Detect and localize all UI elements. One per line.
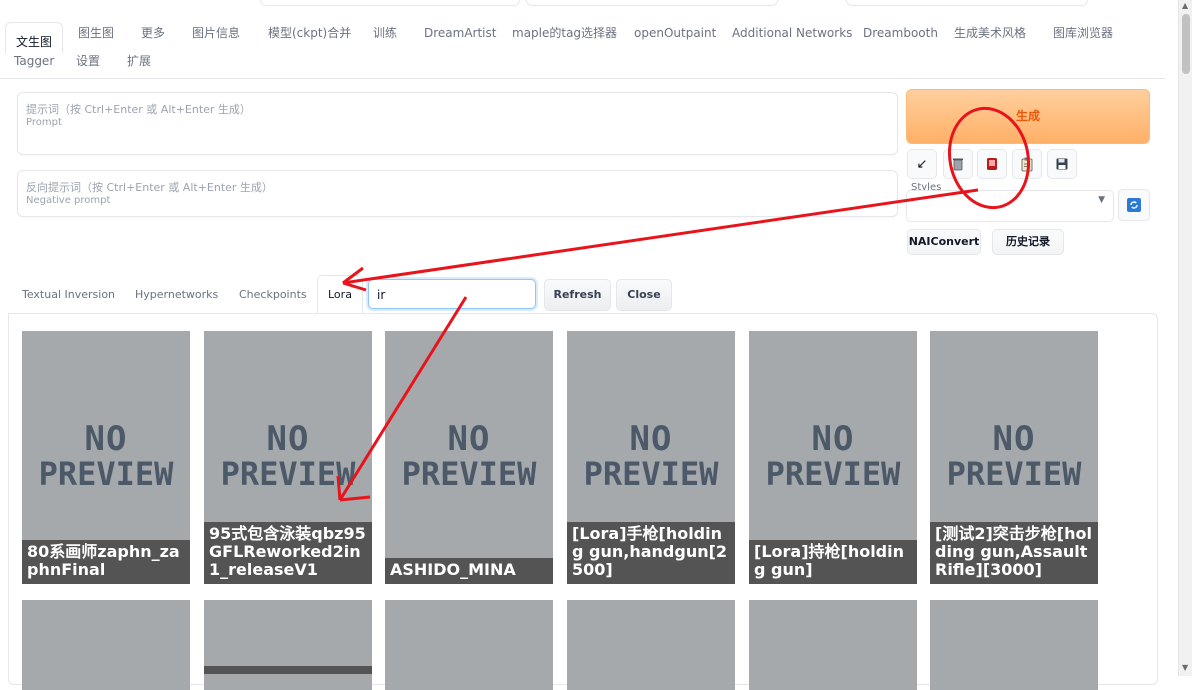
arrow-down-left-icon: ↙ xyxy=(916,156,928,172)
tab-train[interactable]: 训练 xyxy=(373,22,397,44)
negative-prompt-input[interactable]: 反向提示词（按 Ctrl+Enter 或 Alt+Enter 生成） Negat… xyxy=(17,170,898,217)
no-preview-image: NO xyxy=(84,419,128,459)
prompt-input[interactable]: 提示词（按 Ctrl+Enter 或 Alt+Enter 生成） Prompt xyxy=(17,92,898,155)
refresh-icon xyxy=(1127,198,1141,212)
tab-art-style[interactable]: 生成美术风格 xyxy=(954,22,1026,44)
lora-card[interactable]: NO PREVIEW 95式包含泳装qbz95GFLReworked2in1_r… xyxy=(204,331,372,584)
tab-image-browser[interactable]: 图库浏览器 xyxy=(1053,22,1113,44)
no-preview-image: NO xyxy=(811,419,855,459)
no-preview-image: NO xyxy=(266,419,310,459)
top-strip xyxy=(0,0,1178,10)
refresh-styles-button[interactable] xyxy=(1118,189,1150,221)
scroll-up-icon[interactable]: ▲ xyxy=(1182,1,1188,10)
card-caption xyxy=(204,666,372,674)
no-preview-image: NO xyxy=(447,419,491,459)
prompt-placeholder: 提示词（按 Ctrl+Enter 或 Alt+Enter 生成） xyxy=(26,103,251,116)
no-preview-image: PREVIEW xyxy=(946,455,1082,493)
lora-card[interactable] xyxy=(385,600,553,690)
apply-style-button[interactable] xyxy=(1012,149,1042,179)
main-tab-bar: 文生图 图生图 更多 图片信息 模型(ckpt)合并 训练 DreamArtis… xyxy=(0,14,1165,79)
negative-prompt-placeholder-en: Negative prompt xyxy=(26,195,111,206)
lora-card[interactable]: NO PREVIEW [Lora]手枪[holding gun,handgun[… xyxy=(567,331,735,584)
tab-hypernetworks[interactable]: Hypernetworks xyxy=(135,281,218,309)
top-fragment xyxy=(846,0,1088,6)
lora-card[interactable]: NO PREVIEW [Lora]持枪[holding gun] xyxy=(749,331,917,584)
scrollbar-thumb[interactable] xyxy=(1182,14,1190,74)
tab-additional-networks[interactable]: Additional Networks xyxy=(732,22,852,44)
card-caption: 80系画师zaphn_zaphnFinal xyxy=(22,540,190,584)
page-scrollbar[interactable]: ▲ ▼ xyxy=(1178,0,1192,676)
card-caption: [Lora]手枪[holding gun,handgun[2500] xyxy=(567,522,735,584)
lora-card[interactable]: NO PREVIEW [测试2]突击步枪[holding gun,Assault… xyxy=(930,331,1098,584)
tab-lora[interactable]: Lora xyxy=(317,275,363,315)
card-caption: [测试2]突击步枪[holding gun,Assault Rifle][300… xyxy=(930,522,1098,584)
tab-checkpoint-merge[interactable]: 模型(ckpt)合并 xyxy=(268,22,351,44)
tab-dreambooth[interactable]: Dreambooth xyxy=(863,22,938,44)
styles-dropdown[interactable]: ▼ xyxy=(906,190,1114,222)
tab-extensions[interactable]: 扩展 xyxy=(127,50,151,72)
top-fragment xyxy=(260,0,520,6)
lora-card[interactable] xyxy=(749,600,917,690)
tab-openoutpaint[interactable]: openOutpaint xyxy=(634,22,716,44)
card-caption: ASHIDO_MINA xyxy=(385,558,553,584)
tab-png-info[interactable]: 图片信息 xyxy=(192,22,240,44)
show-extra-networks-button[interactable] xyxy=(977,149,1007,179)
tab-tagger[interactable]: Tagger xyxy=(14,50,54,72)
tab-dreamartist[interactable]: DreamArtist xyxy=(424,22,496,44)
generate-button[interactable]: 生成 xyxy=(906,89,1150,144)
tab-checkpoints[interactable]: Checkpoints xyxy=(239,281,307,309)
red-card-icon xyxy=(987,158,997,170)
save-style-button[interactable] xyxy=(1047,149,1077,179)
floppy-icon xyxy=(1056,158,1068,170)
refresh-button[interactable]: Refresh xyxy=(544,279,611,311)
no-preview-image: NO xyxy=(629,419,673,459)
no-preview-image: PREVIEW xyxy=(38,455,174,493)
lora-card[interactable]: NO PREVIEW 80系画师zaphn_zaphnFinal xyxy=(22,331,190,584)
lora-card[interactable]: NO PREVIEW ASHIDO_MINA xyxy=(385,331,553,584)
no-preview-image: PREVIEW xyxy=(220,455,356,493)
extra-networks-search-input[interactable]: ir xyxy=(368,279,536,309)
tab-settings[interactable]: 设置 xyxy=(76,50,100,72)
scroll-down-icon[interactable]: ▼ xyxy=(1182,663,1188,672)
card-caption: [Lora]持枪[holding gun] xyxy=(749,540,917,584)
clear-prompt-button[interactable] xyxy=(943,149,973,179)
history-button[interactable]: 历史记录 xyxy=(992,229,1064,255)
top-fragment xyxy=(526,0,778,6)
clipboard-icon xyxy=(1021,157,1033,172)
no-preview-image: PREVIEW xyxy=(583,455,719,493)
no-preview-image: PREVIEW xyxy=(765,455,901,493)
tab-img2img[interactable]: 图生图 xyxy=(78,22,114,44)
tab-more[interactable]: 更多 xyxy=(141,22,165,44)
no-preview-image: PREVIEW xyxy=(401,455,537,493)
tab-tag-selector[interactable]: maple的tag选择器 xyxy=(512,22,617,44)
lora-card[interactable] xyxy=(930,600,1098,690)
trash-icon xyxy=(953,158,963,171)
negative-prompt-placeholder: 反向提示词（按 Ctrl+Enter 或 Alt+Enter 生成） xyxy=(26,181,273,194)
tab-textual-inversion[interactable]: Textual Inversion xyxy=(22,281,115,309)
prompt-placeholder-en: Prompt xyxy=(26,117,62,128)
naiconvert-button[interactable]: NAIConvert xyxy=(907,229,981,255)
lora-card[interactable] xyxy=(22,600,190,690)
card-caption: 95式包含泳装qbz95GFLReworked2in1_releaseV1 xyxy=(204,522,372,584)
no-preview-image: NO xyxy=(992,419,1036,459)
lora-card[interactable] xyxy=(204,600,372,690)
paste-params-button[interactable]: ↙ xyxy=(907,149,937,179)
lora-card[interactable] xyxy=(567,600,735,690)
chevron-down-icon: ▼ xyxy=(1098,195,1105,205)
close-button[interactable]: Close xyxy=(616,279,672,311)
